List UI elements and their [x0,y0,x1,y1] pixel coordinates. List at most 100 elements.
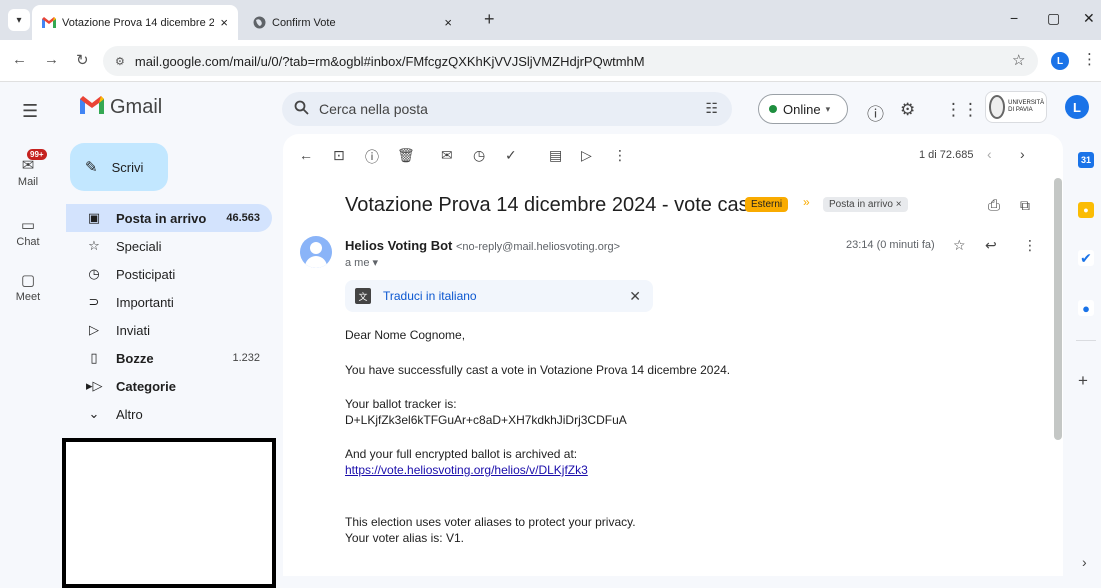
print-icon[interactable]: ⎙ [988,197,1000,214]
back-arrow-icon[interactable]: ← [12,51,27,68]
trash-icon[interactable]: 🗑 [397,147,415,164]
keep-icon[interactable]: ● [1078,202,1094,218]
nav-label: Posticipati [116,266,176,282]
forward-arrow-icon[interactable]: → [44,51,59,68]
back-arrow-icon[interactable]: ← [299,147,313,163]
translate-link[interactable]: Traduci in italiano [383,289,477,303]
browser-menu-icon[interactable]: ⋮ [1082,50,1097,68]
body-line: You have successfully cast a vote in Vot… [345,363,731,377]
url-bar[interactable]: ⚙ mail.google.com/mail/u/0/?tab=rm&ogbl#… [103,46,1038,76]
rail-mail[interactable]: ✉ 99+ Mail [0,149,56,188]
tab-close-button[interactable]: × [444,15,452,30]
nav-item-important[interactable]: ⊃ Importanti [66,288,272,316]
nav-item-snoozed[interactable]: ◷ Posticipati [66,260,272,288]
add-addon-icon[interactable]: + [1078,371,1088,391]
nav-item-more[interactable]: ⌄ Altro [66,400,272,428]
open-new-window-icon[interactable]: ⧉ [1020,197,1030,214]
inbox-icon: ▣ [87,210,101,225]
browser-profile-avatar[interactable]: L [1051,52,1069,70]
nav-item-inbox[interactable]: ▣ Posta in arrivo 46.563 [66,204,272,232]
new-tab-button[interactable]: + [484,9,495,30]
contacts-icon[interactable]: ● [1078,300,1094,316]
archive-icon[interactable]: ⊡ [333,147,345,164]
voter-alias: Your voter alias is: V1. [345,531,464,545]
next-page-icon[interactable]: › [1020,146,1025,162]
gmail-brand-text: Gmail [110,96,163,118]
importance-marker-icon[interactable]: » [803,195,810,209]
nav-item-categories[interactable]: ▸▷ Categorie [66,372,272,400]
tab-confirm-vote[interactable]: Confirm Vote × [242,5,462,40]
search-icon[interactable] [294,100,309,119]
nav-label: Inviati [116,322,150,338]
search-input[interactable]: Cerca nella posta [319,101,428,117]
unread-badge: 99+ [27,149,47,160]
ballot-archive-link[interactable]: https://vote.heliosvoting.org/helios/v/D… [345,463,588,477]
chat-icon: ▭ [20,217,36,234]
bookmark-star-icon[interactable]: ☆ [1012,51,1025,69]
report-spam-icon[interactable]: ⓘ [365,147,379,167]
important-icon: ⊃ [88,294,100,309]
tab-search-menu-button[interactable]: ▾ [8,9,30,31]
email-time: 23:14 (0 minuti fa) [846,239,935,251]
star-icon[interactable]: ☆ [953,237,966,254]
nav-item-sent[interactable]: ▷ Inviati [66,316,272,344]
prev-page-icon[interactable]: ‹ [987,146,992,162]
alias-info: This election uses voter aliases to prot… [345,515,636,529]
tab-close-button[interactable]: × [220,15,228,30]
chevron-down-icon: ▾ [825,103,831,114]
more-actions-icon[interactable]: ⋮ [613,147,627,164]
inbox-label-tag[interactable]: Posta in arrivo × [823,197,908,212]
restore-button[interactable]: ▢ [1047,10,1060,27]
snooze-icon[interactable]: ◷ [473,147,485,164]
rail-chat[interactable]: ▭ Chat [0,216,56,248]
search-filter-icon[interactable]: ☷ [705,100,718,117]
sender-avatar[interactable] [300,236,332,268]
compose-label: Scrivi [111,159,144,175]
close-icon[interactable]: ✕ [629,288,641,305]
search-bar[interactable]: Cerca nella posta ☷ [282,92,732,126]
recipient-dropdown[interactable]: a me ▾ [345,256,378,269]
scrollbar[interactable] [1054,178,1062,440]
help-icon[interactable]: ⓘ [867,100,884,125]
main-menu-icon[interactable]: ☰ [22,101,38,122]
archive-label: And your full encrypted ballot is archiv… [345,447,578,461]
expand-panel-icon[interactable]: › [1082,554,1087,570]
gmail-logo[interactable]: Gmail [80,96,162,119]
status-label: Online [783,101,821,117]
nav-label: Altro [116,406,143,422]
video-icon: ▢ [20,272,36,289]
address-bar-row: ← → ↻ ⚙ mail.google.com/mail/u/0/?tab=rm… [0,40,1101,82]
reload-icon[interactable]: ↻ [76,51,89,69]
mark-unread-icon[interactable]: ✉ [441,147,453,164]
clock-icon: ◷ [88,266,100,281]
status-selector[interactable]: Online ▾ [758,94,848,124]
star-icon: ☆ [88,238,100,253]
tasks-icon[interactable]: ✔ [1078,250,1094,266]
add-task-icon[interactable]: ✓ [505,147,517,164]
nav-item-drafts[interactable]: ▯ Bozze 1.232 [66,344,272,372]
person-icon-body [305,256,327,268]
email-view: ← ⊡ ⓘ 🗑 ✉ ◷ ✓ ▤ ▷ ⋮ 1 di 72.685 ‹ › Vota… [283,134,1063,576]
calendar-icon[interactable]: 31 [1078,152,1094,168]
apps-grid-icon[interactable]: ⋮⋮ [945,100,979,120]
more-options-icon[interactable]: ⋮ [1023,237,1037,254]
university-logo[interactable]: UNIVERSITÀ DI PAVIA [985,91,1047,123]
send-icon: ▷ [89,322,99,337]
university-seal-icon [989,95,1006,119]
site-settings-icon[interactable]: ⚙ [115,55,125,68]
gear-icon[interactable]: ⚙ [900,100,915,120]
translate-bar: 文 Traduci in italiano ✕ [345,280,653,312]
nav-item-starred[interactable]: ☆ Speciali [66,232,272,260]
reply-icon[interactable]: ↩ [985,237,997,254]
university-logo-text: UNIVERSITÀ DI PAVIA [1008,100,1045,113]
minimize-button[interactable]: − [1010,10,1018,26]
label-icon[interactable]: ▷ [581,147,592,164]
move-to-icon[interactable]: ▤ [549,147,562,164]
redacted-panel [62,438,276,588]
external-tag: Esterni [745,197,789,212]
close-window-button[interactable]: ✕ [1083,10,1095,27]
compose-button[interactable]: ✎ Scrivi [70,143,168,191]
tab-gmail[interactable]: Votazione Prova 14 dicembre 20 × [32,5,238,40]
rail-meet[interactable]: ▢ Meet [0,271,56,303]
account-avatar[interactable]: L [1065,95,1089,119]
